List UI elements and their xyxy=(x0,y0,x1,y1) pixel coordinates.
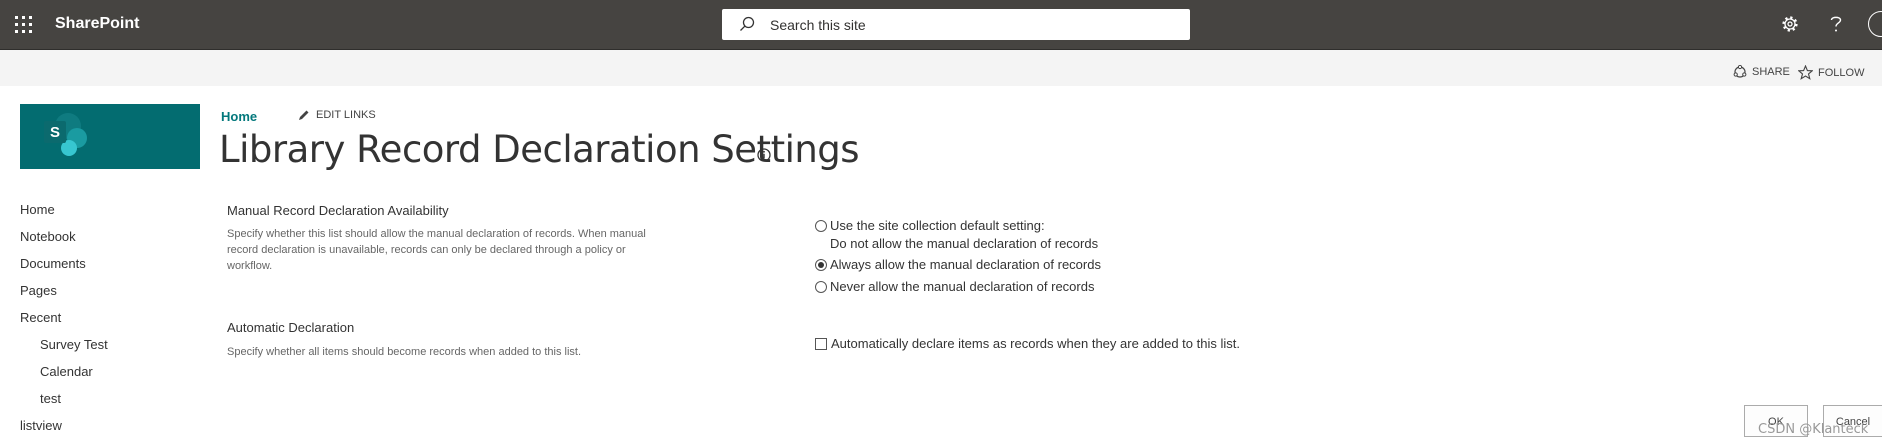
share-icon xyxy=(1733,65,1747,78)
watermark: CSDN @Klanteck xyxy=(1758,422,1869,437)
automatic-section-description: Specify whether all items should become … xyxy=(227,346,582,358)
follow-label: FOLLOW xyxy=(1818,66,1865,79)
radio-site-default[interactable] xyxy=(815,219,827,232)
radio-always-allow[interactable] xyxy=(815,258,827,271)
search-input[interactable]: Search this site xyxy=(722,9,1190,40)
nav-item-notebook[interactable]: Notebook xyxy=(20,229,76,244)
auto-declare-option[interactable]: Automatically declare items as records w… xyxy=(815,336,1240,351)
option-site-default-sublabel: Do not allow the manual declaration of r… xyxy=(830,236,1099,251)
manual-description-line: Specify whether this list should allow t… xyxy=(227,228,646,240)
info-icon[interactable] xyxy=(757,148,771,162)
help-icon[interactable] xyxy=(1828,14,1844,34)
share-label: SHARE xyxy=(1752,66,1790,78)
gear-icon[interactable] xyxy=(1780,14,1800,34)
nav-item-home[interactable]: Home xyxy=(20,202,55,217)
site-logo[interactable]: S xyxy=(20,104,200,169)
search-placeholder: Search this site xyxy=(770,17,866,33)
nav-item-documents[interactable]: Documents xyxy=(20,256,86,271)
option-always-allow[interactable]: Always allow the manual declaration of r… xyxy=(815,257,1101,272)
manual-description-line: record declaration is unavailable, recor… xyxy=(227,244,626,256)
logo-letter: S xyxy=(50,124,60,141)
radio-never-allow[interactable] xyxy=(815,280,827,293)
auto-declare-checkbox[interactable] xyxy=(815,337,827,350)
automatic-section-title: Automatic Declaration xyxy=(227,320,355,335)
auto-declare-label: Automatically declare items as records w… xyxy=(831,336,1240,351)
nav-item-listview[interactable]: listview xyxy=(20,418,62,433)
edit-links-button[interactable]: EDIT LINKS xyxy=(298,109,376,121)
share-button[interactable]: SHARE xyxy=(1733,65,1790,79)
manual-section-description: Specify whether this list should allow t… xyxy=(227,226,646,274)
nav-item-calendar[interactable]: Calendar xyxy=(40,364,93,379)
search-icon xyxy=(740,16,755,31)
waffle-icon[interactable] xyxy=(15,16,33,34)
nav-item-test[interactable]: test xyxy=(40,391,61,406)
nav-item-recent[interactable]: Recent xyxy=(20,310,61,325)
pencil-icon xyxy=(299,110,309,120)
option-never-allow[interactable]: Never allow the manual declaration of re… xyxy=(815,279,1094,294)
nav-item-survey-test[interactable]: Survey Test xyxy=(40,337,108,352)
suite-bar: SharePoint Search this site xyxy=(0,0,1882,50)
manual-description-line: workflow. xyxy=(227,260,273,272)
option-always-allow-label: Always allow the manual declaration of r… xyxy=(830,257,1101,272)
action-bar: SHARE FOLLOW xyxy=(0,50,1882,86)
follow-button[interactable]: FOLLOW xyxy=(1798,65,1864,80)
sharepoint-logo-icon: S xyxy=(44,113,87,156)
option-site-default-label: Use the site collection default setting: xyxy=(830,218,1045,233)
option-never-allow-label: Never allow the manual declaration of re… xyxy=(830,279,1095,294)
star-icon xyxy=(1798,65,1813,80)
manual-section-title: Manual Record Declaration Availability xyxy=(227,203,449,218)
edit-links-label: EDIT LINKS xyxy=(316,109,376,121)
avatar[interactable] xyxy=(1868,11,1882,37)
nav-item-pages[interactable]: Pages xyxy=(20,283,57,298)
option-site-default[interactable]: Use the site collection default setting: xyxy=(815,218,1045,233)
app-name[interactable]: SharePoint xyxy=(55,15,139,33)
breadcrumb-home[interactable]: Home xyxy=(221,109,257,124)
